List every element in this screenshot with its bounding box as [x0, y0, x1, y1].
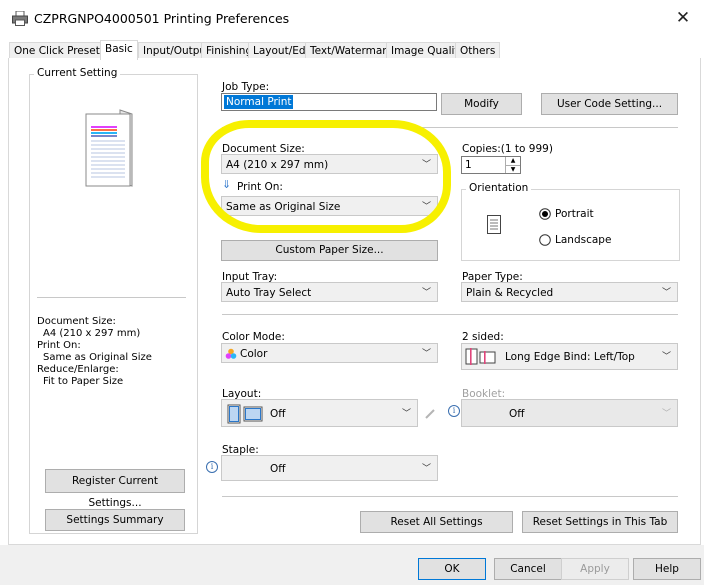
- paper-type-select[interactable]: Plain & Recycled ﹀: [461, 282, 678, 302]
- print-on-label: Print On:: [237, 181, 283, 193]
- info-icon: i: [206, 461, 218, 473]
- staple-value: Off: [270, 463, 286, 475]
- booklet-select[interactable]: Off ﹀: [461, 399, 678, 427]
- layout-select[interactable]: Off ﹀: [221, 399, 418, 427]
- spin-buttons[interactable]: ▲ ▼: [505, 157, 520, 173]
- middle-separator: [222, 314, 678, 315]
- color-palette-icon: [225, 348, 237, 359]
- document-size-select[interactable]: A4 (210 x 297 mm) ﹀: [221, 154, 438, 174]
- chevron-down-icon: ﹀: [401, 409, 411, 419]
- arrow-down-icon: ⇓: [222, 178, 232, 191]
- layout-pages-icon: [227, 404, 263, 424]
- chevron-down-icon: ﹀: [421, 464, 431, 474]
- color-mode-select[interactable]: Color ﹀: [221, 343, 438, 363]
- color-mode-label: Color Mode:: [222, 331, 285, 343]
- chevron-down-icon: ﹀: [421, 202, 431, 212]
- info-icon: i: [448, 405, 460, 417]
- print-on-value: Same as Original Size: [226, 201, 341, 213]
- document-size-value: A4 (210 x 297 mm): [226, 159, 329, 171]
- color-mode-value: Color: [240, 348, 268, 360]
- current-setting-title: Current Setting: [34, 67, 121, 79]
- two-sided-label: 2 sided:: [462, 331, 504, 343]
- input-tray-value: Auto Tray Select: [226, 287, 312, 299]
- job-separator: [222, 127, 678, 128]
- spin-up-icon[interactable]: ▲: [506, 157, 520, 166]
- summary-separator: [37, 297, 186, 298]
- settings-summary-button[interactable]: Settings Summary: [45, 509, 185, 531]
- print-on-select[interactable]: Same as Original Size ﹀: [221, 196, 438, 216]
- duplex-page-icon: [465, 348, 496, 365]
- reset-settings-in-tab-button[interactable]: Reset Settings in This Tab: [522, 511, 678, 533]
- tab-others[interactable]: Others: [455, 42, 501, 59]
- summary-line: Print On:: [37, 340, 81, 351]
- register-current-settings-button[interactable]: Register Current Settings...: [45, 469, 185, 509]
- job-type-value: Normal Print: [224, 95, 294, 109]
- input-tray-select[interactable]: Auto Tray Select ﹀: [221, 282, 438, 302]
- apply-button[interactable]: Apply: [561, 558, 629, 580]
- landscape-radio[interactable]: [539, 234, 551, 246]
- tab-one-click-presets[interactable]: One Click Presets: [9, 42, 111, 59]
- title-bar: CZPRGNPO4000501 Printing Preferences ✕: [0, 0, 704, 38]
- bottom-separator: [222, 496, 678, 497]
- document-preview-icon: [85, 109, 133, 187]
- custom-paper-size-button[interactable]: Custom Paper Size...: [221, 240, 438, 261]
- chevron-down-icon: ﹀: [661, 409, 671, 419]
- portrait-page-icon: [487, 215, 501, 234]
- layout-value: Off: [270, 408, 286, 420]
- current-setting-summary: Document Size: A4 (210 x 297 mm) Print O…: [37, 316, 193, 388]
- paper-type-value: Plain & Recycled: [466, 287, 554, 299]
- chevron-down-icon: ﹀: [661, 352, 671, 362]
- modify-button[interactable]: Modify: [441, 93, 522, 115]
- summary-line: Same as Original Size: [43, 352, 152, 363]
- orientation-title: Orientation: [466, 182, 532, 194]
- chevron-down-icon: ﹀: [421, 349, 431, 359]
- copies-spinbox[interactable]: 1 ▲ ▼: [461, 156, 521, 174]
- portrait-radio[interactable]: [539, 208, 551, 220]
- tab-basic[interactable]: Basic: [100, 40, 138, 60]
- chevron-down-icon: ﹀: [661, 288, 671, 298]
- landscape-label[interactable]: Landscape: [555, 234, 611, 246]
- ok-button[interactable]: OK: [418, 558, 486, 580]
- two-sided-select[interactable]: Long Edge Bind: Left/Top ﹀: [461, 343, 678, 370]
- chevron-down-icon: ﹀: [421, 160, 431, 170]
- help-button[interactable]: Help: [633, 558, 701, 580]
- summary-line: Reduce/Enlarge:: [37, 364, 119, 375]
- chevron-down-icon: ﹀: [421, 288, 431, 298]
- copies-label: Copies:(1 to 999): [462, 143, 553, 155]
- close-icon[interactable]: ✕: [672, 7, 694, 29]
- summary-line: A4 (210 x 297 mm): [43, 328, 141, 339]
- job-type-field[interactable]: Normal Print: [221, 93, 437, 111]
- reset-all-settings-button[interactable]: Reset All Settings: [360, 511, 513, 533]
- booklet-value: Off: [509, 408, 525, 420]
- window-title: CZPRGNPO4000501 Printing Preferences: [34, 11, 290, 26]
- edit-pencil-icon[interactable]: [423, 407, 437, 421]
- two-sided-value: Long Edge Bind: Left/Top: [505, 351, 635, 363]
- copies-value: 1: [465, 159, 472, 171]
- job-type-label: Job Type:: [222, 81, 270, 93]
- staple-select[interactable]: Off ﹀: [221, 455, 438, 481]
- user-code-setting-button[interactable]: User Code Setting...: [541, 93, 678, 115]
- summary-line: Document Size:: [37, 316, 116, 327]
- summary-line: Fit to Paper Size: [43, 376, 124, 387]
- tab-text-watermark[interactable]: Text/Watermark: [305, 42, 398, 59]
- spin-down-icon[interactable]: ▼: [506, 166, 520, 173]
- cancel-button[interactable]: Cancel: [494, 558, 562, 580]
- portrait-label[interactable]: Portrait: [555, 208, 594, 220]
- printer-icon: [12, 11, 28, 26]
